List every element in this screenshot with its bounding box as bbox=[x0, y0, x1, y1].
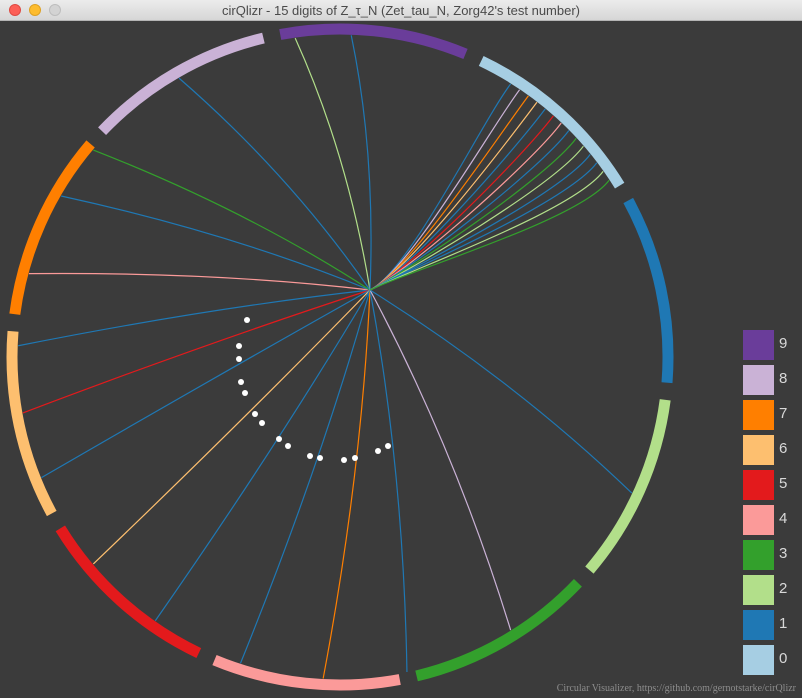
connection-lines bbox=[18, 35, 633, 679]
legend-swatch bbox=[743, 575, 774, 605]
segment-digit-8 bbox=[98, 32, 265, 136]
segment-digit-7 bbox=[9, 140, 95, 315]
legend-label: 7 bbox=[779, 405, 788, 422]
segment-digit-3 bbox=[415, 578, 582, 682]
legend-label: 9 bbox=[779, 335, 788, 352]
trail-dot bbox=[236, 356, 242, 362]
connection-line bbox=[154, 289, 371, 622]
trail-dot bbox=[259, 420, 265, 426]
connection-line bbox=[22, 289, 371, 414]
legend-label: 4 bbox=[779, 510, 788, 527]
connection-line bbox=[369, 289, 512, 631]
segment-digit-4 bbox=[212, 654, 401, 691]
connection-line bbox=[239, 289, 371, 664]
window-title: cirQlizr - 15 digits of Z_τ_N (Zet_tau_N… bbox=[221, 3, 581, 18]
trail-dot bbox=[317, 455, 323, 461]
connection-line bbox=[28, 272, 371, 291]
legend-item-7: 7 bbox=[743, 400, 802, 430]
legend-label: 3 bbox=[779, 545, 788, 562]
connection-line bbox=[61, 195, 371, 291]
legend-swatch bbox=[743, 365, 774, 395]
legend-item-5: 5 bbox=[743, 470, 802, 500]
segment-digit-0 bbox=[478, 55, 625, 189]
legend-swatch bbox=[743, 505, 774, 535]
legend-item-1: 1 bbox=[743, 610, 802, 640]
legend-label: 6 bbox=[779, 440, 788, 457]
connection-line bbox=[369, 289, 633, 494]
digit-segments bbox=[6, 23, 674, 691]
legend-item-8: 8 bbox=[743, 365, 802, 395]
app-window: cirQlizr - 15 digits of Z_τ_N (Zet_tau_N… bbox=[0, 0, 802, 698]
trail-dot bbox=[285, 443, 291, 449]
trail-dot bbox=[375, 448, 381, 454]
legend-item-6: 6 bbox=[743, 435, 802, 465]
trail-dot bbox=[242, 390, 248, 396]
legend-swatch bbox=[743, 400, 774, 430]
segment-digit-1 bbox=[623, 197, 674, 384]
connection-line bbox=[93, 149, 371, 291]
legend-label: 0 bbox=[779, 650, 788, 667]
legend-label: 2 bbox=[779, 580, 788, 597]
legend-item-9: 9 bbox=[743, 330, 802, 360]
trail-dot bbox=[385, 443, 391, 449]
trail-dot bbox=[252, 411, 258, 417]
circular-visualization bbox=[6, 23, 674, 691]
legend-swatch bbox=[743, 470, 774, 500]
legend-swatch bbox=[743, 435, 774, 465]
segment-digit-5 bbox=[55, 525, 202, 659]
legend-swatch bbox=[743, 610, 774, 640]
legend-swatch bbox=[743, 645, 774, 675]
connection-line bbox=[322, 289, 371, 679]
trail-dot bbox=[276, 436, 282, 442]
legend-label: 5 bbox=[779, 475, 788, 492]
legend-item-0: 0 bbox=[743, 645, 802, 675]
connection-line bbox=[18, 289, 371, 347]
legend-item-2: 2 bbox=[743, 575, 802, 605]
legend-item-4: 4 bbox=[743, 505, 802, 535]
trail-dot bbox=[236, 343, 242, 349]
trail-dot bbox=[352, 455, 358, 461]
trail-dot bbox=[238, 379, 244, 385]
legend-swatch bbox=[743, 330, 774, 360]
segment-digit-9 bbox=[279, 23, 468, 60]
connection-line bbox=[369, 289, 408, 672]
legend-swatch bbox=[743, 540, 774, 570]
title-bar[interactable]: cirQlizr - 15 digits of Z_τ_N (Zet_tau_N… bbox=[0, 0, 802, 21]
segment-digit-2 bbox=[585, 399, 671, 574]
trail-dot bbox=[244, 317, 250, 323]
legend-item-3: 3 bbox=[743, 540, 802, 570]
legend-label: 1 bbox=[779, 615, 788, 632]
trail-dot bbox=[307, 453, 313, 459]
connection-line bbox=[350, 35, 372, 291]
legend-label: 8 bbox=[779, 370, 788, 387]
segment-digit-6 bbox=[6, 330, 57, 517]
connection-line bbox=[178, 77, 371, 291]
trail-dot bbox=[341, 457, 347, 463]
footer-credit: Circular Visualizer, https://github.com/… bbox=[556, 683, 796, 694]
